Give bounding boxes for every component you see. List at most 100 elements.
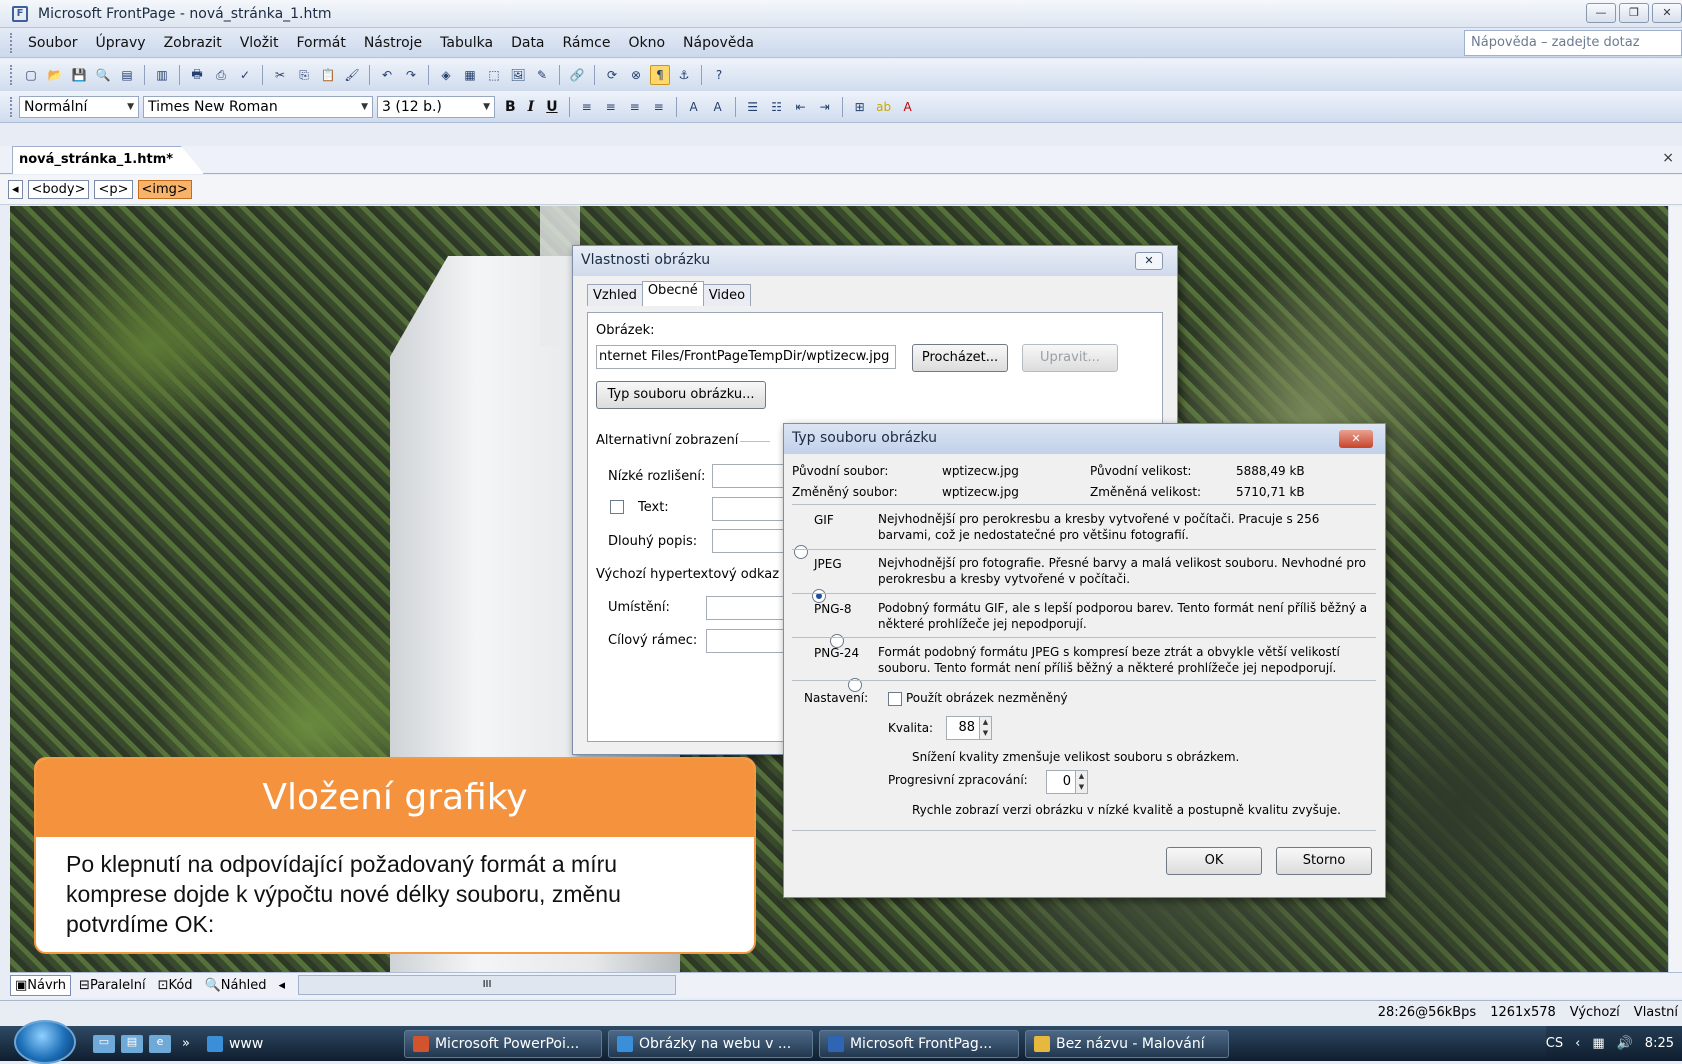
close-document-icon[interactable]: × [1662, 150, 1674, 166]
new-page-icon[interactable]: ▢ [21, 65, 41, 85]
publish-icon[interactable]: ▤ [117, 65, 137, 85]
align-center-icon[interactable]: ≡ [601, 97, 621, 117]
internet-explorer-icon[interactable]: e [149, 1034, 171, 1053]
menu-vlozit[interactable]: Vložit [240, 35, 279, 51]
undo-icon[interactable]: ↶ [377, 65, 397, 85]
status-page-size[interactable]: 1261x578 [1490, 1005, 1556, 1020]
style-select[interactable]: Normální ▼ [19, 95, 139, 118]
web-component-icon[interactable]: ◈ [436, 65, 456, 85]
view-tab-design[interactable]: ▣Návrh [10, 975, 72, 996]
borders-icon[interactable]: ⊞ [850, 97, 870, 117]
help-icon[interactable]: ? [709, 65, 729, 85]
menu-format[interactable]: Formát [296, 35, 345, 51]
spin-arrows-icon[interactable]: ▲ ▼ [980, 716, 992, 740]
cut-icon[interactable]: ✂ [270, 65, 290, 85]
print-icon[interactable]: 🖶 [187, 65, 207, 85]
menu-soubor[interactable]: Soubor [28, 35, 78, 51]
use-unchanged-checkbox[interactable] [888, 692, 902, 706]
spin-arrows-icon[interactable]: ▲ ▼ [1076, 770, 1088, 794]
highlight-icon[interactable]: ab [874, 97, 894, 117]
bullets-icon[interactable]: ☷ [767, 97, 787, 117]
tab-video[interactable]: Video [702, 284, 752, 306]
stop-icon[interactable]: ⊗ [626, 65, 646, 85]
switch-windows-icon[interactable]: ▤ [121, 1034, 143, 1053]
task-www[interactable]: www [198, 1030, 398, 1058]
align-right-icon[interactable]: ≡ [625, 97, 645, 117]
tag-body[interactable]: <body> [27, 180, 90, 199]
view-tab-split[interactable]: ⊟Paralelní [75, 976, 150, 995]
preview-icon[interactable]: ⎙ [211, 65, 231, 85]
menu-tabulka[interactable]: Tabulka [440, 35, 493, 51]
justify-icon[interactable]: ≡ [649, 97, 669, 117]
quality-value[interactable]: 88 [946, 716, 980, 740]
insert-table-icon[interactable]: ▦ [460, 65, 480, 85]
refresh-icon[interactable]: ⟳ [602, 65, 622, 85]
view-tab-code[interactable]: ⊡Kód [154, 976, 197, 995]
drawing-icon[interactable]: ✎ [532, 65, 552, 85]
clock[interactable]: 8:25 [1645, 1036, 1674, 1051]
toggle-pane-icon[interactable]: ▥ [152, 65, 172, 85]
filetype-button[interactable]: Typ souboru obrázku... [596, 381, 766, 409]
help-search-input[interactable]: Nápověda – zadejte dotaz [1464, 30, 1682, 56]
task-ie-images[interactable]: Obrázky na webu v ... [607, 1029, 813, 1058]
menu-upravy[interactable]: Úpravy [96, 35, 146, 51]
gif-radio[interactable] [794, 545, 808, 559]
task-powerpoint[interactable]: Microsoft PowerPoi... [403, 1029, 602, 1058]
insert-layer-icon[interactable]: ⬚ [484, 65, 504, 85]
numbering-icon[interactable]: ☰ [743, 97, 763, 117]
cancel-button[interactable]: Storno [1276, 847, 1372, 875]
jpeg-radio[interactable] [812, 589, 827, 603]
menu-okno[interactable]: Okno [628, 35, 665, 51]
task-paint[interactable]: Bez názvu - Malování [1024, 1029, 1229, 1058]
show-all-paragraph-icon[interactable]: ¶ [650, 65, 670, 85]
close-button[interactable]: ✕ [1652, 3, 1682, 23]
status-style[interactable]: Výchozí [1570, 1005, 1620, 1020]
close-icon[interactable]: ✕ [1135, 252, 1163, 270]
progressive-value[interactable]: 0 [1046, 770, 1076, 794]
scroll-left-icon[interactable]: ◂ [275, 976, 290, 995]
toolbar-grip[interactable] [10, 32, 13, 53]
network-icon[interactable]: ▦ [1592, 1036, 1604, 1051]
toolbar-grip[interactable] [10, 65, 13, 85]
copy-icon[interactable]: ⎘ [294, 65, 314, 85]
quick-launch-more[interactable]: » [182, 1036, 190, 1051]
menu-data[interactable]: Data [511, 35, 544, 51]
spelling-icon[interactable]: ✓ [235, 65, 255, 85]
volume-icon[interactable]: 🔊 [1617, 1036, 1633, 1051]
progressive-stepper[interactable]: 0 ▲ ▼ [1046, 770, 1088, 794]
align-left-icon[interactable]: ≡ [577, 97, 597, 117]
target-frame-field[interactable] [706, 629, 792, 653]
tab-obecne[interactable]: Obecné [641, 281, 704, 306]
format-painter-icon[interactable]: 🖌 [342, 65, 362, 85]
hyperlink-icon[interactable]: 🔗 [567, 65, 587, 85]
increase-font-icon[interactable]: A [684, 97, 704, 117]
font-color-icon[interactable]: A [898, 97, 918, 117]
open-folder-icon[interactable]: 📂 [45, 65, 65, 85]
insert-picture-icon[interactable]: 🖼 [508, 65, 528, 85]
bold-button[interactable]: B [505, 99, 516, 115]
save-icon[interactable]: 💾 [69, 65, 89, 85]
show-desktop-icon[interactable]: ▭ [93, 1034, 115, 1053]
low-res-field[interactable] [712, 464, 792, 488]
underline-button[interactable]: U [546, 99, 557, 115]
decrease-font-icon[interactable]: A [708, 97, 728, 117]
font-select[interactable]: Times New Roman ▼ [143, 95, 373, 118]
status-custom[interactable]: Vlastní [1634, 1005, 1678, 1020]
text-checkbox[interactable] [610, 500, 624, 514]
document-tab[interactable]: nová_stránka_1.htm* [12, 146, 205, 174]
restore-button[interactable]: ❐ [1619, 3, 1649, 23]
font-size-select[interactable]: 3 (12 b.) ▼ [377, 95, 495, 118]
close-icon[interactable]: ✕ [1339, 430, 1373, 448]
alt-text-field[interactable] [712, 497, 792, 521]
tray-expand-icon[interactable]: ‹ [1575, 1036, 1580, 1051]
redo-icon[interactable]: ↷ [401, 65, 421, 85]
paste-icon[interactable]: 📋 [318, 65, 338, 85]
tag-img[interactable]: <img> [137, 180, 192, 199]
ok-button[interactable]: OK [1166, 847, 1262, 875]
quality-stepper[interactable]: 88 ▲ ▼ [946, 716, 992, 740]
image-path-field[interactable]: nternet Files/FrontPageTempDir/wptizecw.… [596, 345, 896, 369]
toolbar-grip[interactable] [10, 96, 13, 117]
italic-button[interactable]: I [528, 99, 535, 115]
horizontal-scrollbar-thumb[interactable]: III [298, 975, 676, 995]
location-field[interactable] [706, 596, 792, 620]
